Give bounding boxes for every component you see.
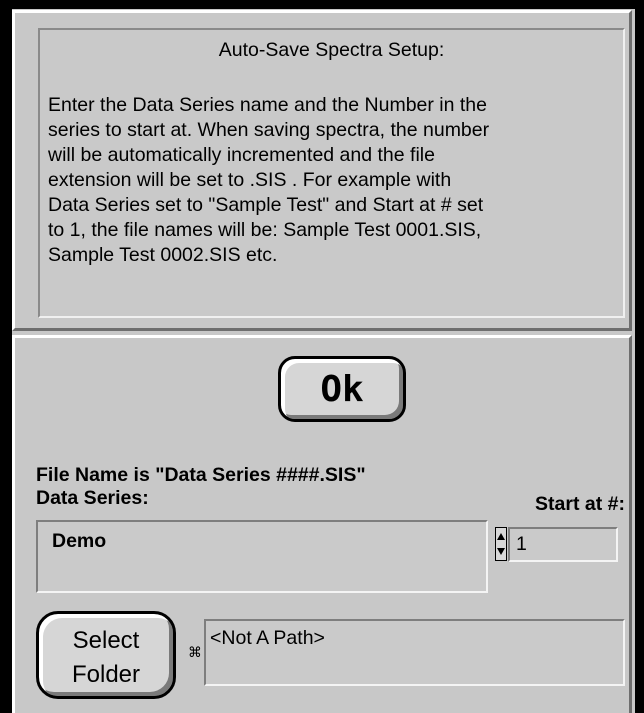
start-at-value: 1 [516, 533, 527, 555]
info-text-box: Auto-Save Spectra Setup: Enter the Data … [38, 28, 625, 318]
start-at-stepper[interactable] [495, 527, 507, 561]
file-name-format-label: File Name is "Data Series ####.SIS" [36, 464, 366, 486]
select-folder-button[interactable]: Select Folder [36, 611, 176, 699]
ok-button[interactable]: Ok [278, 356, 406, 422]
data-series-label: Data Series: [36, 487, 149, 509]
info-description: Enter the Data Series name and the Numbe… [48, 94, 490, 266]
start-at-input[interactable]: 1 [508, 527, 618, 562]
data-series-input[interactable]: Demo [36, 520, 488, 593]
folder-path-value: <Not A Path> [210, 627, 325, 649]
decrement-arrow-icon[interactable] [497, 548, 505, 555]
info-title: Auto-Save Spectra Setup: [218, 39, 445, 61]
increment-arrow-icon[interactable] [497, 533, 505, 540]
folder-path-field[interactable]: <Not A Path> [204, 619, 625, 686]
folder-browse-icon[interactable]: ⌘ [188, 646, 202, 660]
start-at-label: Start at #: [535, 493, 625, 515]
data-series-value: Demo [52, 530, 107, 552]
